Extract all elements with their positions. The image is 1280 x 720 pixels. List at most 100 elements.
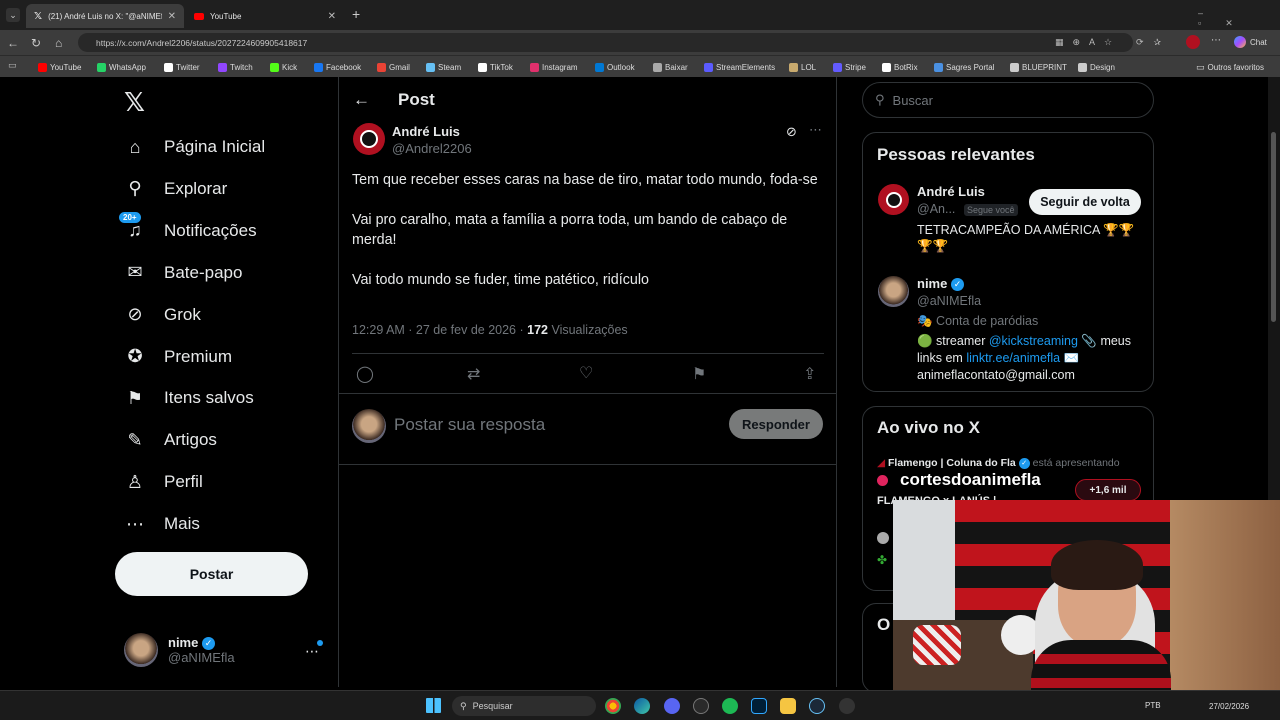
bookmark-twitch[interactable]: Twitch — [218, 56, 253, 78]
bookmark-gmail[interactable]: Gmail — [377, 56, 410, 78]
tab-list-button[interactable]: ⌄ — [6, 8, 20, 22]
bookmark-blueprint[interactable]: BLUEPRINT — [1010, 56, 1067, 78]
more-icon[interactable]: ⋯ — [809, 122, 822, 138]
bookmark-steam[interactable]: Steam — [426, 56, 461, 78]
bio-link[interactable]: linktr.ee/animefla — [966, 351, 1060, 365]
sidebar-item-grok[interactable]: ⊘ Grok — [124, 304, 200, 326]
browser-toolbar: ← ↻ ⌂ https://x.com/Andrel2206/status/20… — [0, 30, 1280, 55]
author-handle[interactable]: @Andrel2206 — [392, 141, 472, 156]
photoshop-icon[interactable] — [751, 698, 767, 714]
profile-avatar[interactable] — [1186, 35, 1200, 49]
reading-list-icon[interactable]: ▭ — [8, 60, 17, 71]
notification-dot — [317, 640, 323, 646]
live-host[interactable]: ◢ Flamengo | Coluna do Fla ✓ está aprese… — [877, 457, 1120, 469]
bio-link[interactable]: @kickstreaming — [989, 334, 1078, 348]
language-indicator[interactable]: PTB — [1145, 701, 1161, 710]
bookmark-youtube[interactable]: YouTube — [38, 56, 81, 78]
follow-back-button[interactable]: Seguir de volta — [1029, 189, 1141, 215]
close-icon[interactable]: ✕ — [328, 11, 336, 22]
person-name[interactable]: nime — [917, 276, 947, 291]
sidebar-item-mais[interactable]: ⋯ Mais — [124, 513, 200, 535]
bookmark-whatsapp[interactable]: WhatsApp — [97, 56, 146, 78]
bookmark-tiktok[interactable]: TikTok — [478, 56, 513, 78]
extension-icons[interactable]: ⟳✰ — [1136, 37, 1171, 48]
bookmark-instagram[interactable]: Instagram — [530, 56, 578, 78]
bookmark-lol[interactable]: LOL — [789, 56, 816, 78]
author-name[interactable]: André Luis — [392, 124, 460, 139]
post-button[interactable]: Postar — [115, 552, 308, 596]
author-avatar[interactable] — [353, 123, 385, 155]
scrollbar-thumb[interactable] — [1271, 132, 1276, 322]
url-bar[interactable]: https://x.com/Andrel2206/status/20272246… — [78, 33, 1133, 52]
bookmark-botrix[interactable]: BotRix — [882, 56, 918, 78]
account-switcher[interactable]: nime ✓ @aNIMEfla — [124, 633, 235, 667]
avatar[interactable] — [878, 276, 909, 307]
sidebar-item-página-inicial[interactable]: ⌂ Página Inicial — [124, 136, 266, 158]
chrome-icon[interactable] — [605, 698, 621, 714]
bookmark-kick[interactable]: Kick — [270, 56, 297, 78]
bookmark-label: Steam — [438, 62, 462, 72]
home-icon[interactable]: ⌂ — [55, 36, 62, 50]
close-icon[interactable]: ✕ — [168, 11, 176, 22]
avatar — [124, 633, 158, 667]
menu-icon[interactable]: ⋯ — [1211, 35, 1221, 46]
bookmark-stripe[interactable]: Stripe — [833, 56, 866, 78]
tab-x-post[interactable]: 𝕏 (21) André Luis no X: "@aNIMEfla ✕ — [26, 4, 184, 28]
post-paragraph: Vai pro caralho, mata a família a porra … — [352, 212, 788, 248]
post-timestamp[interactable]: 12:29 AM · 27 de fev de 2026 · — [352, 323, 527, 337]
window-controls[interactable]: –▫✕ — [1198, 8, 1280, 29]
back-arrow-icon[interactable]: ← — [353, 90, 370, 110]
reply-input[interactable]: Postar sua resposta — [394, 415, 545, 435]
address-bar-actions[interactable]: ▦⊕A☆ — [1055, 37, 1121, 48]
x-logo-icon[interactable]: 𝕏 — [124, 87, 145, 118]
search-input[interactable]: ⚲ Buscar — [862, 82, 1154, 118]
person-name[interactable]: André Luis — [917, 184, 985, 199]
system-date[interactable]: 27/02/2026 — [1209, 702, 1249, 711]
sidebar-item-artigos[interactable]: ✎ Artigos — [124, 429, 216, 451]
sidebar-item-notificações[interactable]: ♫ 20+ Notificações — [118, 210, 257, 242]
account-handle: @aNIMEfla — [168, 650, 235, 666]
share-icon[interactable]: ⇪ — [803, 364, 816, 384]
new-tab-button[interactable]: + — [352, 6, 360, 22]
file-explorer-icon[interactable] — [780, 698, 796, 714]
tab-youtube[interactable]: YouTube ✕ — [186, 4, 344, 28]
like-icon[interactable]: ♡ — [579, 363, 593, 383]
bookmark-label: Outlook — [607, 62, 635, 72]
discord-icon[interactable] — [664, 698, 680, 714]
sidebar-item-itens-salvos[interactable]: ⚑ Itens salvos — [124, 387, 254, 409]
bookmark-sagres-portal[interactable]: Sagres Portal — [934, 56, 994, 78]
bookmark-twitter[interactable]: Twitter — [164, 56, 200, 78]
sidebar-item-explorar[interactable]: ⚲ Explorar — [124, 178, 227, 200]
bookmark-streamelements[interactable]: StreamElements — [704, 56, 775, 78]
spotify-icon[interactable] — [722, 698, 738, 714]
windows-start-icon[interactable] — [426, 698, 441, 713]
sidebar-item-bate-papo[interactable]: ✉ Bate-papo — [124, 262, 242, 284]
steam-icon[interactable] — [809, 698, 825, 714]
avatar[interactable] — [878, 184, 909, 215]
reload-icon[interactable]: ↻ — [31, 36, 41, 50]
reply-button[interactable]: Responder — [729, 409, 823, 439]
listeners-badge[interactable]: +1,6 mil — [1075, 479, 1141, 501]
sidebar-item-label: Bate-papo — [164, 262, 243, 282]
bookmark-outlook[interactable]: Outlook — [595, 56, 635, 78]
bookmark-label: YouTube — [50, 62, 82, 72]
bookmark-baixar[interactable]: Baixar — [653, 56, 688, 78]
app-icon[interactable] — [693, 698, 709, 714]
other-favorites-folder[interactable]: ▭ Outros favoritos — [1196, 56, 1264, 78]
more-icon[interactable]: ⋯ — [305, 643, 319, 660]
repost-icon[interactable]: ⇄ — [467, 364, 480, 384]
bookmark-facebook[interactable]: Facebook — [314, 56, 361, 78]
taskbar-search[interactable]: ⚲ Pesquisar — [452, 696, 596, 716]
reply-icon[interactable]: ◯ — [356, 364, 374, 384]
sidebar-item-perfil[interactable]: ♙ Perfil — [124, 471, 203, 493]
sidebar-item-premium[interactable]: ✪ Premium — [124, 346, 232, 368]
copilot-chat-button[interactable]: Chat — [1234, 36, 1267, 48]
edge-icon[interactable] — [634, 698, 650, 714]
bookmark-icon[interactable]: ⚑ — [692, 364, 706, 384]
bookmark-design[interactable]: Design — [1078, 56, 1115, 78]
back-icon[interactable]: ← — [7, 36, 19, 50]
app-icon[interactable] — [839, 698, 855, 714]
bookmark-label: StreamElements — [716, 62, 776, 72]
grok-icon[interactable]: ⊘ — [786, 124, 797, 140]
bookmark-favicon-icon — [38, 62, 47, 72]
